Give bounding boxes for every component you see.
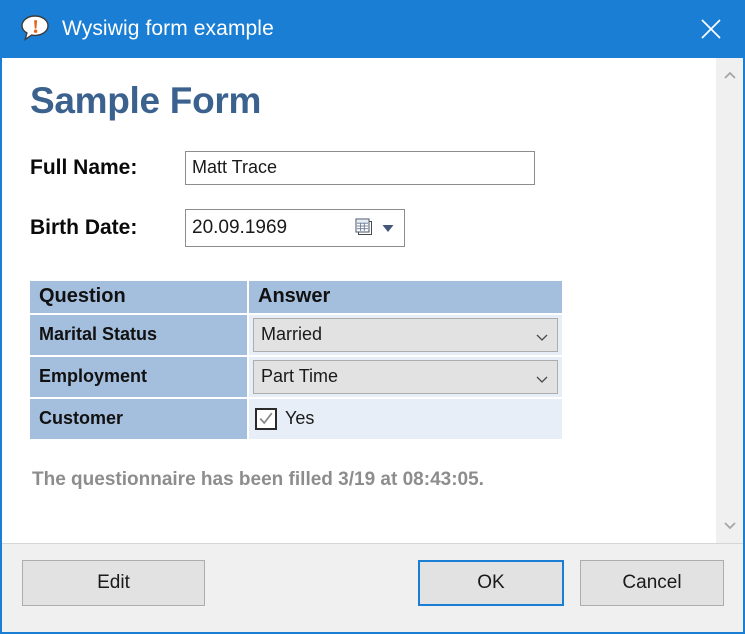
scrollbar-track[interactable]: [716, 87, 743, 514]
client-area: Sample Form Full Name: Matt Trace Birth …: [2, 58, 743, 543]
close-button[interactable]: [679, 0, 743, 58]
employment-value: Part Time: [261, 366, 535, 387]
questionnaire-table: Question Answer Marital Status Married: [30, 281, 562, 439]
full-name-label: Full Name:: [30, 156, 185, 180]
row-answer-employment: Part Time: [249, 357, 562, 399]
vertical-scrollbar[interactable]: [715, 58, 743, 543]
title-bar: Wysiwig form example: [2, 0, 743, 58]
page-title: Sample Form: [30, 82, 715, 121]
form-content: Sample Form Full Name: Matt Trace Birth …: [2, 58, 715, 543]
table-header-row: Question Answer: [30, 281, 562, 315]
chevron-down-icon: [535, 328, 549, 342]
dialog-window: Wysiwig form example Sample Form Full Na…: [0, 0, 745, 634]
cancel-button[interactable]: Cancel: [580, 560, 724, 606]
table-row: Employment Part Time: [30, 357, 562, 399]
table-row: Customer Yes: [30, 399, 562, 439]
speech-bubble-exclamation-icon: [20, 13, 50, 43]
row-label-employment: Employment: [30, 357, 249, 399]
row-label-customer: Customer: [30, 399, 249, 439]
window-title: Wysiwig form example: [62, 17, 274, 41]
birth-date-value: 20.09.1969: [192, 217, 355, 239]
customer-checkbox[interactable]: [255, 408, 277, 430]
field-row-birth-date: Birth Date: 20.09.1969: [30, 209, 715, 247]
chevron-up-icon: [723, 69, 737, 83]
dropdown-arrow-icon[interactable]: [380, 220, 396, 236]
status-message: The questionnaire has been filled 3/19 a…: [32, 469, 715, 491]
marital-status-combobox[interactable]: Married: [253, 318, 558, 352]
column-header-question: Question: [30, 281, 249, 315]
field-row-full-name: Full Name: Matt Trace: [30, 151, 715, 185]
close-icon: [699, 17, 723, 41]
full-name-input[interactable]: Matt Trace: [185, 151, 535, 185]
chevron-down-icon: [535, 370, 549, 384]
scroll-down-button[interactable]: [716, 514, 744, 536]
calendar-icon[interactable]: [355, 218, 374, 237]
dialog-button-bar: Edit OK Cancel: [2, 543, 743, 632]
ok-button[interactable]: OK: [418, 560, 564, 606]
table-row: Marital Status Married: [30, 315, 562, 357]
edit-button[interactable]: Edit: [22, 560, 205, 606]
chevron-down-icon: [723, 518, 737, 532]
row-label-marital-status: Marital Status: [30, 315, 249, 357]
checkmark-icon: [258, 411, 274, 427]
row-answer-customer: Yes: [249, 399, 562, 439]
row-answer-marital-status: Married: [249, 315, 562, 357]
birth-date-input[interactable]: 20.09.1969: [185, 209, 405, 247]
customer-checkbox-label: Yes: [285, 408, 314, 429]
birth-date-label: Birth Date:: [30, 216, 185, 240]
scroll-up-button[interactable]: [716, 65, 744, 87]
column-header-answer: Answer: [249, 281, 562, 315]
employment-combobox[interactable]: Part Time: [253, 360, 558, 394]
marital-status-value: Married: [261, 324, 535, 345]
full-name-value: Matt Trace: [192, 157, 277, 178]
customer-checkbox-row[interactable]: Yes: [249, 399, 562, 439]
